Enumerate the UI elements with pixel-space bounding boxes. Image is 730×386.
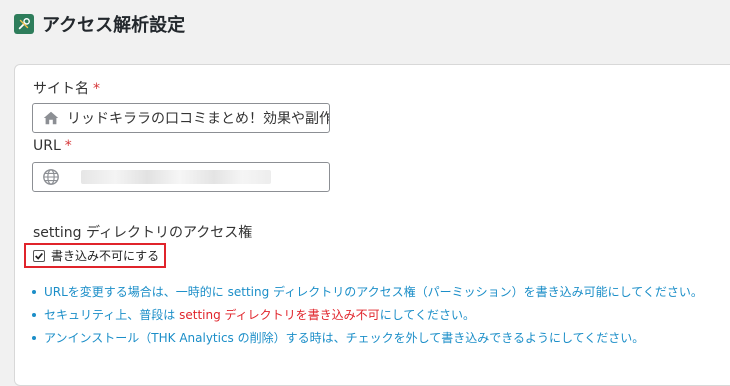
tools-icon: [14, 14, 34, 34]
note-item: アンインストール（THK Analytics の削除）する時は、チェックを外して…: [32, 328, 703, 351]
checkmark-icon: [35, 252, 43, 260]
site-name-value: リッドキララの口コミまとめ！効果や副作: [67, 111, 329, 127]
site-name-label: サイト名 *: [33, 81, 100, 97]
url-label: URL *: [33, 138, 72, 154]
note-item: セキュリティ上、普段は setting ディレクトリを書き込み不可にしてください…: [32, 305, 703, 328]
write-protect-checkbox-label: 書き込み不可にする: [51, 249, 160, 263]
site-name-input[interactable]: リッドキララの口コミまとめ！効果や副作: [32, 103, 330, 133]
setting-access-label: setting ディレクトリのアクセス権: [33, 225, 253, 241]
bullet-icon: [32, 312, 36, 317]
required-mark: *: [64, 138, 72, 154]
page-title: アクセス解析設定: [14, 10, 185, 38]
note-item: URLを変更する場合は、一時的に setting ディレクトリのアクセス権（パー…: [32, 282, 703, 305]
globe-icon: [41, 167, 61, 187]
write-protect-checkbox[interactable]: [33, 249, 45, 262]
page-title-text: アクセス解析設定: [42, 15, 186, 36]
url-input[interactable]: [32, 162, 330, 192]
note-highlight: setting ディレクトリを書き込み不可: [179, 308, 380, 322]
home-icon: [41, 108, 61, 128]
redacted-url: [81, 170, 271, 184]
bullet-icon: [32, 335, 36, 340]
required-mark: *: [93, 81, 100, 97]
bullet-icon: [32, 289, 36, 294]
notes-list: URLを変更する場合は、一時的に setting ディレクトリのアクセス権（パー…: [32, 282, 703, 351]
write-protect-checkbox-row[interactable]: 書き込み不可にする: [24, 243, 166, 268]
